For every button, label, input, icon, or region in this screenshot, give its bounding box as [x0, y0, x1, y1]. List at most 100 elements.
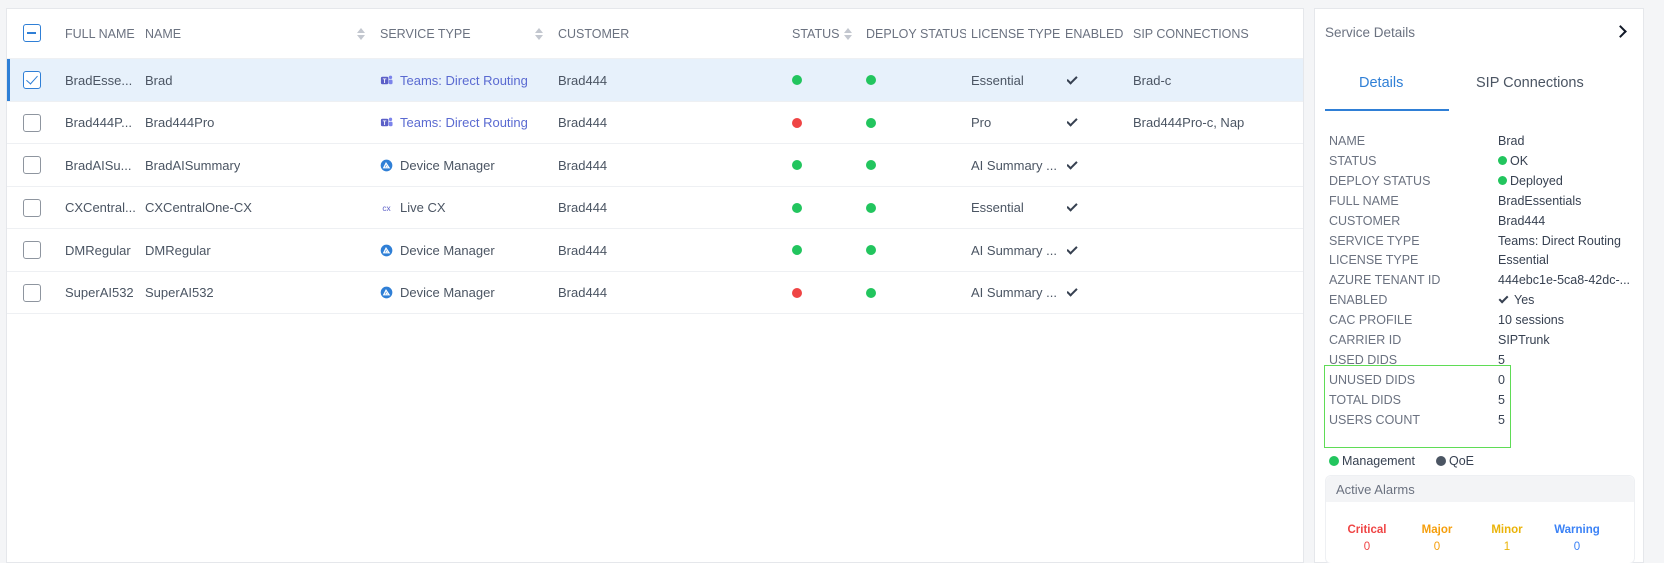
- cell-license-type: AI Summary ...: [971, 144, 1059, 186]
- cell-license-type: AI Summary ...: [971, 272, 1059, 314]
- collapse-chevron-icon[interactable]: [1614, 25, 1627, 38]
- detail-row-customer: CUSTOMER Brad444: [1329, 211, 1641, 231]
- cell-service-type: Device Manager: [380, 229, 552, 271]
- row-checkbox[interactable]: [23, 283, 41, 302]
- cell-enabled: [1067, 272, 1097, 314]
- sort-name-icon[interactable]: [357, 28, 365, 41]
- detail-value: Brad: [1498, 134, 1640, 148]
- sort-service-type-icon[interactable]: [535, 28, 543, 41]
- column-header-status[interactable]: STATUS: [792, 9, 842, 59]
- detail-key: STATUS: [1329, 153, 1377, 168]
- alarm-count-critical[interactable]: 0: [1330, 541, 1404, 553]
- row-checkbox[interactable]: [23, 113, 41, 132]
- cell-service-type[interactable]: T Teams: Direct Routing: [380, 59, 552, 101]
- cell-full-name: Brad444P...: [65, 102, 141, 144]
- cell-full-name: SuperAI532: [65, 272, 141, 314]
- cell-name: CXCentralOne-CX: [145, 187, 365, 229]
- customer-text: Brad444: [558, 72, 608, 88]
- cell-deploy-status: [866, 59, 896, 101]
- cell-status: [792, 229, 822, 271]
- column-header-enabled[interactable]: ENABLED: [1065, 9, 1127, 59]
- cell-customer: Brad444: [558, 102, 758, 144]
- cell-customer: Brad444: [558, 229, 758, 271]
- sort-status-icon[interactable]: [844, 28, 852, 41]
- check-icon: [1067, 200, 1078, 212]
- tab-details[interactable]: Details: [1359, 75, 1403, 91]
- table-row[interactable]: Brad444P... Brad444Pro T Teams: Direct Rout…: [7, 102, 1303, 144]
- cell-customer: Brad444: [558, 59, 758, 101]
- column-header-license-type[interactable]: LICENSE TYPE: [971, 9, 1061, 59]
- full-name-text: BradAISu...: [65, 157, 132, 173]
- detail-value-text: Brad444: [1498, 213, 1546, 228]
- alarm-count-major[interactable]: 0: [1400, 541, 1474, 553]
- table-row[interactable]: BradEsse... Brad T Teams: Direct Routing Bra…: [7, 59, 1303, 102]
- detail-value-text: Deployed: [1510, 173, 1563, 188]
- detail-row-full-name: FULL NAME BradEssentials: [1329, 191, 1641, 211]
- detail-key: DEPLOY STATUS: [1329, 173, 1431, 188]
- row-checkbox[interactable]: [23, 156, 41, 174]
- alarm-label-warning: Warning: [1554, 524, 1600, 536]
- detail-value-text: Teams: Direct Routing: [1498, 233, 1621, 248]
- device-manager-icon: [380, 244, 400, 257]
- tab-sip-connections[interactable]: SIP Connections: [1476, 75, 1584, 91]
- table-row[interactable]: CXCentral... CXCentralOne-CX cx Live CX Brad…: [7, 187, 1303, 229]
- panel-title: Service Details: [1325, 25, 1416, 40]
- cell-full-name: CXCentral...: [65, 187, 141, 229]
- alarms-header: Active Alarms: [1326, 476, 1634, 502]
- row-checkbox[interactable]: [23, 198, 41, 217]
- table-row[interactable]: BradAISu... BradAISummary Device Manager Br…: [7, 144, 1303, 187]
- column-header-full-name[interactable]: FULL NAME: [65, 9, 141, 59]
- table-row[interactable]: DMRegular DMRegular Device Manager Brad444 A…: [7, 229, 1303, 272]
- alarm-label-critical: Critical: [1347, 524, 1387, 536]
- license-type-text: Essential: [971, 72, 1024, 88]
- license-type-text: AI Summary ...: [971, 242, 1057, 258]
- license-type-text: AI Summary ...: [971, 285, 1057, 300]
- service-type-text[interactable]: Teams: Direct Routing: [400, 115, 528, 130]
- service-type-text: Device Manager: [400, 242, 495, 258]
- table-row[interactable]: SuperAI532 SuperAI532 Device Manager Brad44…: [7, 272, 1303, 314]
- name-text: Brad444Pro: [145, 115, 215, 130]
- column-header-name[interactable]: NAME: [145, 9, 365, 59]
- full-name-text: SuperAI532: [65, 285, 134, 300]
- legend-qoe: QoE: [1436, 454, 1474, 468]
- detail-value-text: Yes: [1514, 293, 1535, 308]
- alarm-count-minor[interactable]: 1: [1470, 541, 1544, 553]
- cell-name: Brad444Pro: [145, 102, 365, 144]
- alarm-count-warning[interactable]: 0: [1540, 541, 1614, 553]
- service-type-text: Device Manager: [400, 285, 495, 300]
- full-name-text: Brad444P...: [65, 115, 132, 130]
- name-text: CXCentralOne-CX: [145, 200, 252, 215]
- app-root: FULL NAME NAME SERVICE TYPE CUSTOMER STA…: [0, 0, 1664, 563]
- check-icon: [1067, 285, 1078, 297]
- cell-full-name: BradAISu...: [65, 144, 141, 186]
- detail-value: OK: [1498, 154, 1640, 168]
- detail-key: AZURE TENANT ID: [1329, 273, 1441, 288]
- check-icon: [1067, 157, 1078, 170]
- column-header-deploy-status[interactable]: DEPLOY STATUS: [866, 9, 966, 59]
- service-type-text[interactable]: Teams: Direct Routing: [400, 73, 528, 88]
- detail-key: CUSTOMER: [1329, 213, 1401, 228]
- status-ok-dot-icon: [792, 160, 802, 170]
- svg-text:cx: cx: [382, 203, 391, 213]
- column-header-customer[interactable]: CUSTOMER: [558, 9, 758, 59]
- detail-value-text: BradEssentials: [1498, 193, 1582, 208]
- detail-row-carrier-id: CARRIER ID SIPTrunk: [1329, 330, 1641, 350]
- detail-value: Yes: [1498, 293, 1640, 307]
- cell-full-name: BradEsse...: [65, 59, 141, 101]
- detail-row-enabled: ENABLED Yes: [1329, 290, 1641, 310]
- cell-name: BradAISummary: [145, 144, 365, 186]
- detail-key: FULL NAME: [1329, 193, 1399, 208]
- cell-license-type: Essential: [971, 59, 1059, 101]
- full-name-text: CXCentral...: [65, 200, 136, 215]
- column-header-sip-connections[interactable]: SIP CONNECTIONS: [1133, 9, 1303, 59]
- svg-text:T: T: [383, 121, 387, 127]
- cell-service-type[interactable]: T Teams: Direct Routing: [380, 102, 552, 144]
- detail-value: 5: [1498, 393, 1640, 407]
- name-text: SuperAI532: [145, 285, 214, 300]
- row-checkbox[interactable]: [23, 241, 41, 259]
- detail-value: Brad444: [1498, 214, 1640, 228]
- column-header-service-type[interactable]: SERVICE TYPE: [380, 9, 540, 59]
- select-all-checkbox[interactable]: [23, 24, 41, 42]
- detail-value-text: 10 sessions: [1498, 313, 1565, 328]
- row-checkbox[interactable]: [23, 71, 41, 89]
